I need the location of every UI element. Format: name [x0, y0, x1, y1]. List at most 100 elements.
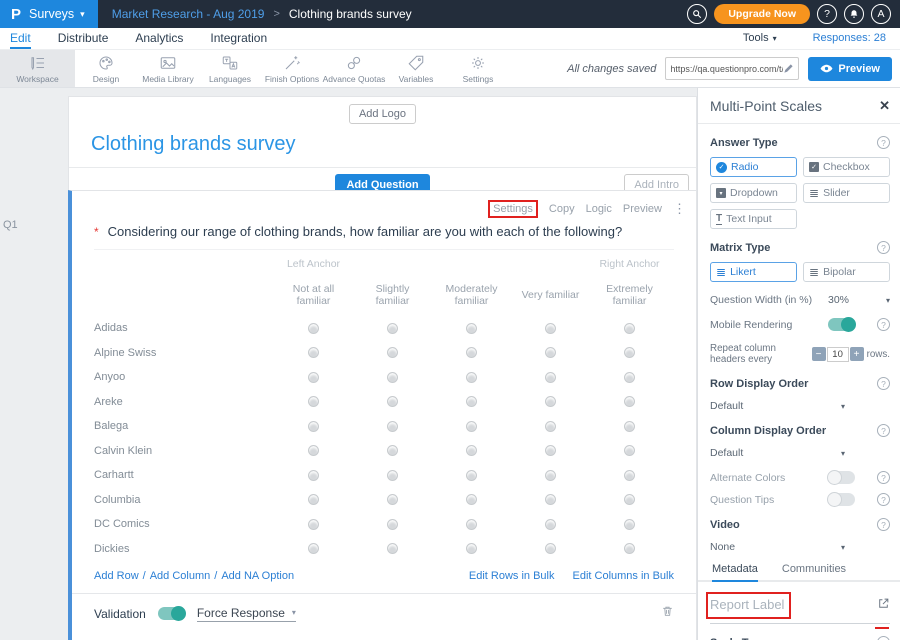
- product-switcher[interactable]: P Surveys ▾: [0, 0, 98, 28]
- add-row-link[interactable]: Add Row: [94, 570, 139, 582]
- column-header[interactable]: Moderately familiar: [432, 274, 511, 316]
- toolbar-item-finish-options[interactable]: Finish Options: [261, 50, 323, 87]
- row-label[interactable]: Columbia: [94, 494, 274, 506]
- radio-button[interactable]: [308, 519, 319, 530]
- help-icon[interactable]: ?: [877, 136, 890, 149]
- radio-button[interactable]: [466, 372, 477, 383]
- close-icon[interactable]: ✕: [879, 98, 890, 114]
- help-icon[interactable]: ?: [877, 471, 890, 484]
- toolbar-item-design[interactable]: Design: [75, 50, 137, 87]
- radio-button[interactable]: [545, 396, 556, 407]
- column-header[interactable]: Slightly familiar: [353, 274, 432, 316]
- radio-button[interactable]: [466, 396, 477, 407]
- toolbar-item-media-library[interactable]: Media Library: [137, 50, 199, 87]
- radio-button[interactable]: [545, 372, 556, 383]
- edit-rows-in-bulk-link[interactable]: Edit Rows in Bulk: [469, 570, 555, 582]
- radio-button[interactable]: [624, 470, 635, 481]
- radio-button[interactable]: [308, 494, 319, 505]
- radio-button[interactable]: [624, 372, 635, 383]
- row-label[interactable]: Adidas: [94, 322, 274, 334]
- chevron-down-icon[interactable]: ▾: [886, 296, 890, 305]
- expand-edit-icon[interactable]: [877, 597, 890, 615]
- row-label[interactable]: Areke: [94, 396, 274, 408]
- column-header[interactable]: Very familiar: [511, 274, 590, 316]
- radio-button[interactable]: [466, 494, 477, 505]
- question-width-value[interactable]: 30%: [828, 294, 849, 306]
- row-label[interactable]: Calvin Klein: [94, 445, 274, 457]
- radio-button[interactable]: [308, 372, 319, 383]
- row-label[interactable]: Dickies: [94, 543, 274, 555]
- radio-button[interactable]: [466, 543, 477, 554]
- answer-type-dropdown[interactable]: ▾Dropdown: [710, 183, 797, 203]
- radio-button[interactable]: [624, 347, 635, 358]
- column-header[interactable]: Not at all familiar: [274, 274, 353, 316]
- survey-title[interactable]: Clothing brands survey: [91, 133, 696, 156]
- mobile-rendering-toggle[interactable]: [828, 318, 855, 331]
- radio-button[interactable]: [545, 323, 556, 334]
- survey-url-input[interactable]: [670, 64, 783, 74]
- radio-button[interactable]: [545, 445, 556, 456]
- breadcrumb-parent[interactable]: Market Research - Aug 2019: [112, 7, 265, 21]
- row-label[interactable]: DC Comics: [94, 518, 274, 530]
- row-label[interactable]: Carhartt: [94, 469, 274, 481]
- help-icon[interactable]: ?: [877, 377, 890, 390]
- radio-button[interactable]: [466, 519, 477, 530]
- help-icon[interactable]: ?: [877, 518, 890, 531]
- column-header[interactable]: Extremely familiar: [590, 274, 669, 316]
- add-na-option-link[interactable]: Add NA Option: [221, 570, 294, 582]
- delete-question-button[interactable]: [661, 604, 674, 623]
- add-logo-button[interactable]: Add Logo: [349, 104, 416, 124]
- radio-button[interactable]: [308, 543, 319, 554]
- radio-button[interactable]: [387, 470, 398, 481]
- video-dropdown[interactable]: None ▾: [710, 541, 845, 553]
- radio-button[interactable]: [624, 445, 635, 456]
- radio-button[interactable]: [387, 396, 398, 407]
- radio-button[interactable]: [466, 323, 477, 334]
- toolbar-item-variables[interactable]: Variables: [385, 50, 447, 87]
- radio-button[interactable]: [545, 543, 556, 554]
- help-icon[interactable]: ?: [877, 241, 890, 254]
- row-label[interactable]: Balega: [94, 420, 274, 432]
- question-text[interactable]: Considering our range of clothing brands…: [108, 224, 623, 239]
- radio-button[interactable]: [545, 421, 556, 432]
- menu-item-analytics[interactable]: Analytics: [135, 31, 183, 47]
- radio-button[interactable]: [466, 347, 477, 358]
- search-button[interactable]: [687, 4, 707, 24]
- radio-button[interactable]: [624, 519, 635, 530]
- matrix-type-bipolar[interactable]: ≣Bipolar: [803, 262, 890, 282]
- answer-type-text-input[interactable]: TText Input: [710, 209, 797, 229]
- help-icon[interactable]: ?: [877, 493, 890, 506]
- radio-button[interactable]: [387, 347, 398, 358]
- action-copy[interactable]: Copy: [549, 203, 575, 215]
- answer-type-radio[interactable]: ✓Radio: [710, 157, 797, 177]
- question-tips-toggle[interactable]: [828, 493, 855, 506]
- help-button[interactable]: ?: [817, 4, 837, 24]
- radio-button[interactable]: [308, 421, 319, 432]
- radio-button[interactable]: [387, 494, 398, 505]
- toolbar-item-settings[interactable]: Settings: [447, 50, 509, 87]
- radio-button[interactable]: [387, 421, 398, 432]
- kebab-menu-icon[interactable]: ⋮: [673, 201, 686, 217]
- upgrade-now-button[interactable]: Upgrade Now: [714, 4, 810, 24]
- row-display-order-dropdown[interactable]: Default ▾: [710, 400, 845, 412]
- help-icon[interactable]: ?: [877, 636, 890, 640]
- preview-button[interactable]: Preview: [808, 57, 892, 81]
- toolbar-item-workspace[interactable]: Workspace: [0, 50, 75, 87]
- action-settings[interactable]: Settings: [493, 203, 533, 215]
- radio-button[interactable]: [624, 494, 635, 505]
- action-preview[interactable]: Preview: [623, 203, 662, 215]
- plus-button[interactable]: +: [850, 347, 864, 361]
- tools-menu[interactable]: Tools▾: [743, 32, 777, 44]
- radio-button[interactable]: [387, 323, 398, 334]
- radio-button[interactable]: [545, 347, 556, 358]
- radio-button[interactable]: [308, 470, 319, 481]
- radio-button[interactable]: [545, 470, 556, 481]
- avatar[interactable]: A: [871, 4, 891, 24]
- radio-button[interactable]: [545, 519, 556, 530]
- radio-button[interactable]: [624, 323, 635, 334]
- help-icon[interactable]: ?: [877, 424, 890, 437]
- radio-button[interactable]: [308, 396, 319, 407]
- row-label[interactable]: Alpine Swiss: [94, 347, 274, 359]
- alternate-colors-toggle[interactable]: [828, 471, 855, 484]
- tab-communities[interactable]: Communities: [782, 563, 846, 580]
